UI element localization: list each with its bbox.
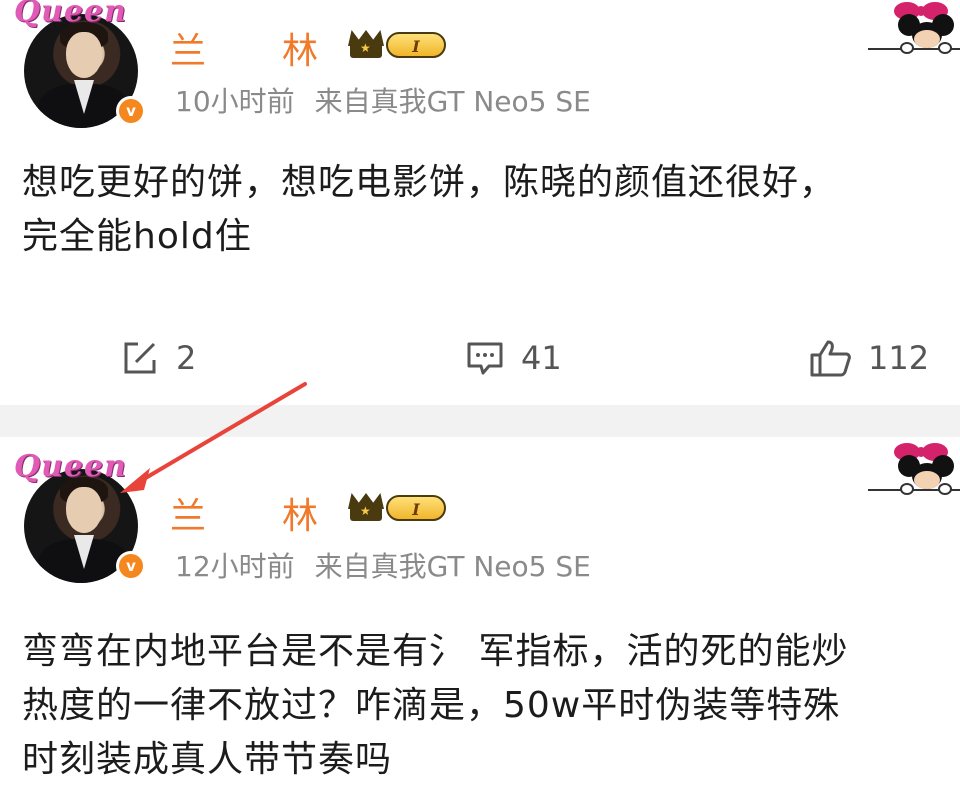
like-button[interactable]: 112 (808, 328, 929, 388)
post-time: 12小时前 (175, 550, 295, 583)
username-start: 兰 (170, 496, 207, 537)
crown-icon: ★ (348, 493, 384, 523)
like-count: 112 (868, 339, 930, 377)
post-meta: 12小时前 来自真我GT Neo5 SE (175, 545, 591, 585)
avatar[interactable]: Queen v (14, 449, 146, 583)
edit-square-icon (124, 342, 156, 374)
username[interactable]: 兰林 (170, 22, 318, 74)
content-line: 热度的一律不放过？咋滴是，50w平时伪装等特殊 (22, 685, 841, 726)
queen-avatar-frame: Queen (14, 449, 127, 484)
weibo-post-2: Queen v 兰林 ★ I 12小时前 来自真我GT Neo5 SE 弯弯在内地… (0, 437, 960, 807)
post-content: 弯弯在内地平台是不是有氵 军指标，活的死的能炒 热度的一律不放过？咋滴是，50w… (22, 625, 952, 787)
level-badge: I (386, 32, 446, 58)
repost-count: 2 (176, 339, 197, 377)
weibo-post-1: Queen v 兰林 ★ I 10小时前 来自真我GT Neo5 SE 想吃更好的… (0, 0, 960, 405)
content-line: 时刻装成真人带节奏吗 (22, 739, 393, 780)
content-line: 完全能hold住 (22, 216, 252, 257)
verified-icon: v (116, 551, 146, 581)
post-content: 想吃更好的饼，想吃电影饼，陈晓的颜值还很好， 完全能hold住 (22, 156, 952, 264)
crown-icon: ★ (348, 30, 384, 60)
comment-button[interactable]: 41 (465, 328, 562, 388)
comment-bubble-icon (467, 342, 503, 375)
source-label: 来自 (314, 550, 371, 583)
source-label: 来自 (314, 85, 371, 118)
username-start: 兰 (170, 31, 207, 72)
device-name: 真我GT Neo5 SE (370, 550, 591, 583)
post-separator (0, 405, 960, 437)
verified-icon: v (116, 96, 146, 126)
thumbs-up-icon (810, 340, 851, 377)
post-meta: 10小时前 来自真我GT Neo5 SE (175, 80, 591, 120)
post-time: 10小时前 (175, 85, 295, 118)
content-line: 想吃更好的饼，想吃电影饼，陈晓的颜值还很好， (22, 162, 837, 203)
minnie-sticker-icon (868, 441, 960, 501)
repost-button[interactable]: 2 (120, 328, 196, 388)
level-badge: I (386, 495, 446, 521)
username-end: 林 (282, 31, 319, 72)
comment-count: 41 (521, 339, 562, 377)
avatar[interactable]: Queen v (14, 0, 146, 128)
device-name: 真我GT Neo5 SE (370, 85, 591, 118)
username[interactable]: 兰林 (170, 487, 318, 539)
content-line: 弯弯在内地平台是不是有氵 军指标，活的死的能炒 (22, 631, 849, 672)
username-end: 林 (282, 496, 319, 537)
queen-avatar-frame: Queen (14, 0, 127, 29)
action-bar: 2 41 112 (0, 328, 960, 388)
minnie-sticker-icon (868, 0, 960, 60)
